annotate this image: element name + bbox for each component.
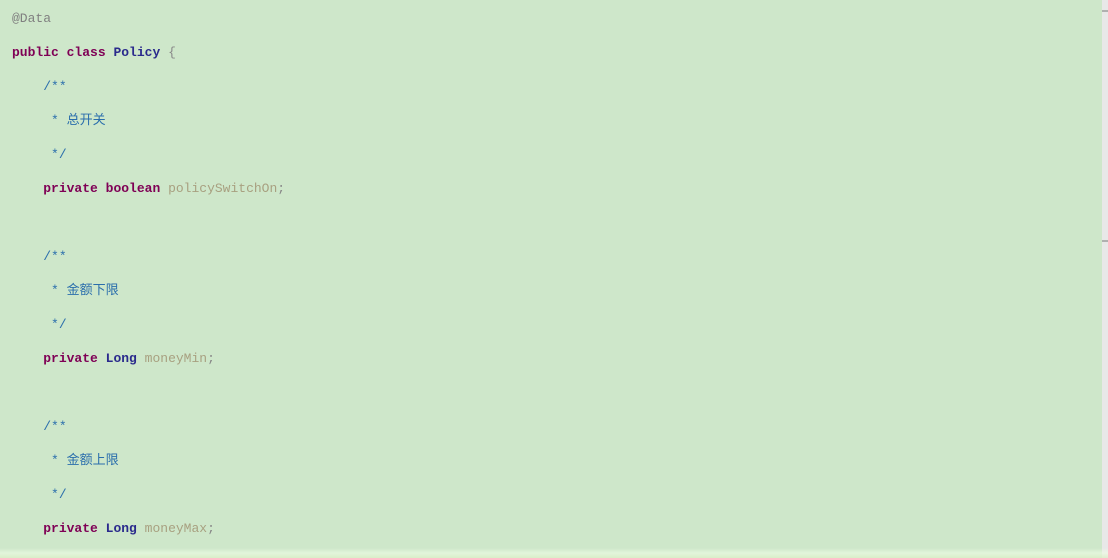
cmt-end: */ [43, 147, 66, 162]
t-long: Long [106, 521, 137, 536]
cmt-end: */ [43, 317, 66, 332]
cmt-start: /** [43, 79, 66, 94]
t-long: Long [106, 351, 137, 366]
brace-open: { [168, 45, 176, 60]
kw-public: public [12, 45, 59, 60]
semi: ; [277, 181, 285, 196]
kw-class: class [67, 45, 106, 60]
field-policySwitchOn: policySwitchOn [168, 181, 277, 196]
kw-private: private [43, 521, 98, 536]
field-moneyMin: moneyMin [145, 351, 207, 366]
margin-tick [1102, 10, 1108, 12]
field-moneyMax: moneyMax [145, 521, 207, 536]
cmt-star: * [43, 453, 59, 468]
cmt-f1: 总开关 [67, 113, 106, 128]
class-policy: Policy [113, 45, 160, 60]
cmt-star: * [43, 283, 59, 298]
kw-private: private [43, 351, 98, 366]
cmt-end: */ [43, 487, 66, 502]
code-block: @Data public class Policy { /** * 总开关 */… [12, 10, 1108, 558]
cmt-star: * [43, 113, 59, 128]
cmt-start: /** [43, 419, 66, 434]
kw-private: private [43, 181, 98, 196]
margin-tick [1102, 240, 1108, 242]
bottom-fade [0, 548, 1108, 558]
semi: ; [207, 351, 215, 366]
annotation-data: @Data [12, 11, 51, 26]
t-boolean: boolean [106, 181, 161, 196]
right-margin-bar [1102, 0, 1108, 558]
cmt-f2: 金额下限 [67, 283, 119, 298]
cmt-start: /** [43, 249, 66, 264]
cmt-f3: 金额上限 [67, 453, 119, 468]
semi: ; [207, 521, 215, 536]
